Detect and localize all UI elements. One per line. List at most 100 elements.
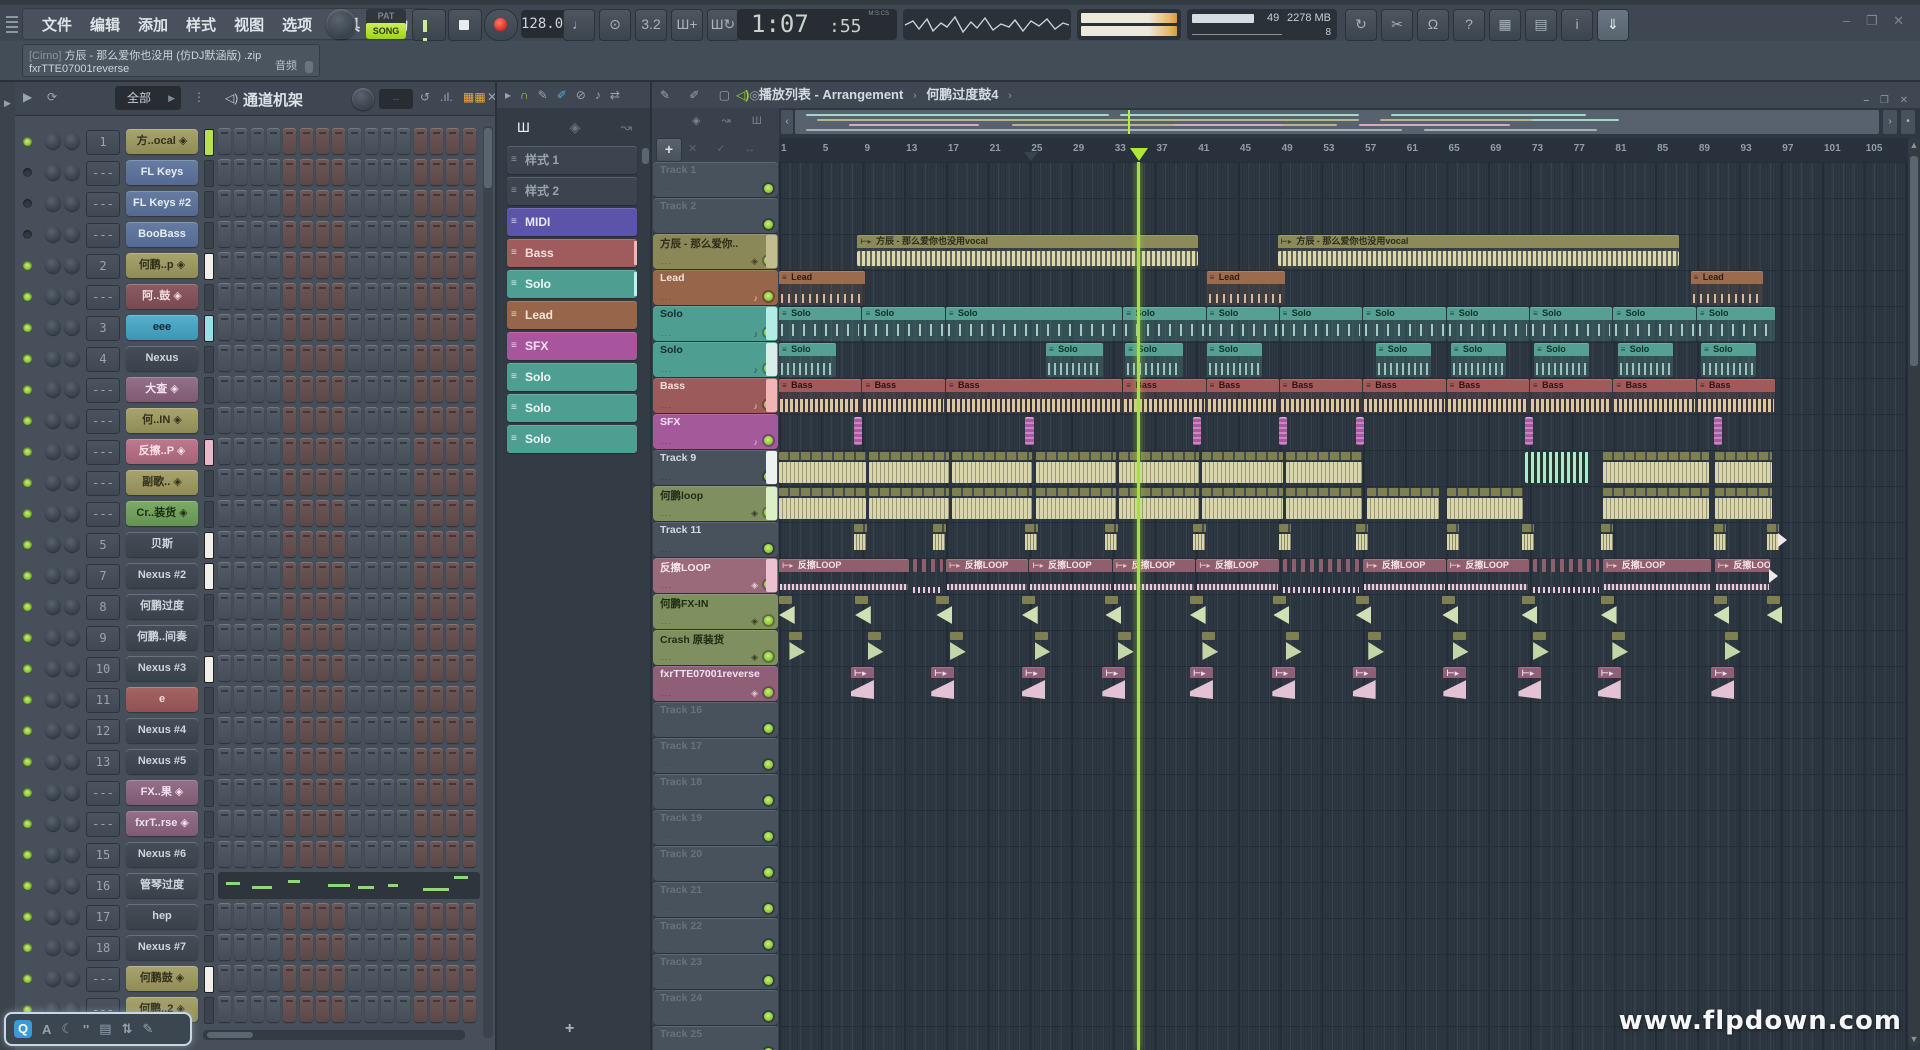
step-cell[interactable] (414, 841, 427, 867)
pattern-item[interactable]: ≡样式 1 (507, 146, 637, 174)
channel-mute-led[interactable] (23, 850, 32, 859)
step-cell[interactable] (234, 593, 247, 619)
step-cell[interactable] (332, 283, 345, 309)
clip-wave0[interactable] (1367, 487, 1439, 521)
clip-pair[interactable] (1601, 523, 1614, 557)
step-cell[interactable] (300, 996, 313, 1022)
step-cell[interactable] (397, 438, 410, 464)
channel-selector[interactable] (204, 501, 214, 528)
step-cell[interactable] (463, 717, 476, 743)
step-cell[interactable] (332, 996, 345, 1022)
track-dots[interactable]: ... (661, 544, 672, 554)
step-cell[interactable] (332, 686, 345, 712)
track-dots[interactable]: ... (661, 472, 672, 482)
step-cell[interactable] (348, 221, 361, 247)
main-volume-knob[interactable] (326, 9, 356, 39)
pattern-item[interactable]: ≡SFX (507, 332, 637, 360)
track-dots[interactable]: ... (661, 796, 672, 806)
track-enable-led[interactable] (764, 760, 773, 769)
step-cell[interactable] (348, 469, 361, 495)
channel-volume-knob[interactable] (64, 753, 80, 769)
step-cell[interactable] (251, 779, 264, 805)
step-cell[interactable] (397, 996, 410, 1022)
step-cell[interactable] (283, 159, 296, 185)
track-dots[interactable]: ... (661, 688, 672, 698)
step-cell[interactable] (316, 531, 329, 557)
playlist-vscrollbar[interactable]: ▲▼ (1908, 138, 1920, 1046)
step-cell[interactable] (414, 531, 427, 557)
step-cell[interactable] (267, 624, 280, 650)
track-dots[interactable]: ... (661, 868, 672, 878)
pattern-item[interactable]: ≡Solo (507, 270, 637, 298)
step-cell[interactable] (218, 562, 231, 588)
step-cell[interactable] (463, 314, 476, 340)
channel-button[interactable]: FX..果 ◈ (126, 780, 198, 805)
clip-wave0[interactable] (1603, 487, 1709, 521)
channel-selector[interactable] (204, 625, 214, 652)
clip-fxin[interactable] (1601, 595, 1617, 629)
clip-solo2[interactable]: ≡ Solo (1207, 343, 1262, 377)
step-cell[interactable] (332, 562, 345, 588)
step-cell[interactable] (234, 221, 247, 247)
channel-pan-knob[interactable] (45, 381, 61, 397)
step-cell[interactable] (283, 965, 296, 991)
rack-knob[interactable] (352, 88, 374, 110)
brush-icon[interactable]: ✐ (557, 88, 567, 102)
wrench-icon[interactable]: ✎ (142, 1021, 153, 1037)
step-cell[interactable] (381, 841, 394, 867)
track-enable-led[interactable] (764, 904, 773, 913)
step-cell[interactable] (316, 686, 329, 712)
clip-loop[interactable]: ⊢▸ 反擦LOOP (1603, 559, 1712, 593)
step-cell[interactable] (414, 593, 427, 619)
track-enable-led[interactable] (764, 184, 773, 193)
step-cell[interactable] (332, 593, 345, 619)
step-cell[interactable] (316, 655, 329, 681)
step-cell[interactable] (414, 407, 427, 433)
clip-crash[interactable] (1612, 631, 1628, 665)
playlist-track-header[interactable]: Track 22... (653, 918, 778, 953)
keyboard-icon[interactable]: ▤ (99, 1021, 111, 1037)
step-cell[interactable] (414, 562, 427, 588)
channel-mute-led[interactable] (23, 602, 32, 611)
step-cell[interactable] (251, 283, 264, 309)
step-cell[interactable] (332, 407, 345, 433)
playlist-track-header[interactable]: Track 1... (653, 162, 778, 197)
clip-fxin[interactable] (1273, 595, 1289, 629)
step-cell[interactable] (283, 345, 296, 371)
clip-crash[interactable] (1453, 631, 1469, 665)
track-edit-icons[interactable]: ✕ ✓ ↔ (688, 142, 764, 155)
step-cell[interactable] (316, 903, 329, 929)
channel-target-display[interactable]: 18 (86, 936, 120, 961)
channel-pan-knob[interactable] (45, 567, 61, 583)
playhead-marker[interactable] (1130, 148, 1148, 161)
step-cell[interactable] (316, 469, 329, 495)
step-cell[interactable] (283, 593, 296, 619)
step-cell[interactable] (267, 128, 280, 154)
track-dots[interactable]: ... (661, 832, 672, 842)
step-cell[interactable] (397, 841, 410, 867)
sync-icon[interactable]: ↻ (1345, 9, 1377, 41)
clip-bass[interactable]: ≡ Bass (946, 379, 1122, 413)
clip-sfx[interactable] (1025, 417, 1033, 445)
step-cell[interactable] (332, 438, 345, 464)
step-cell[interactable] (430, 531, 443, 557)
step-cell[interactable] (218, 314, 231, 340)
step-cell[interactable] (218, 810, 231, 836)
step-cell[interactable] (316, 376, 329, 402)
step-cell[interactable] (446, 159, 459, 185)
step-cell[interactable] (300, 748, 313, 774)
step-cell[interactable] (316, 314, 329, 340)
quotes-icon[interactable]: '' (83, 1022, 89, 1037)
clip-wave0[interactable] (1036, 487, 1116, 521)
clip-pair[interactable] (1025, 523, 1038, 557)
channel-volume-knob[interactable] (64, 195, 80, 211)
clip-bass[interactable]: ≡ Bass (1530, 379, 1612, 413)
clip-loop[interactable]: ⊢▸ 反擦LOOP (1447, 559, 1529, 593)
clip-lead[interactable]: ≡ Lead (1691, 271, 1763, 305)
step-cell[interactable] (430, 500, 443, 526)
step-cell[interactable] (234, 283, 247, 309)
channel-mute-led[interactable] (23, 912, 32, 921)
channel-button[interactable]: 大查 ◈ (126, 377, 198, 402)
channel-mute-led[interactable] (23, 633, 32, 642)
clip-solo2[interactable]: ≡ Solo (1125, 343, 1182, 377)
